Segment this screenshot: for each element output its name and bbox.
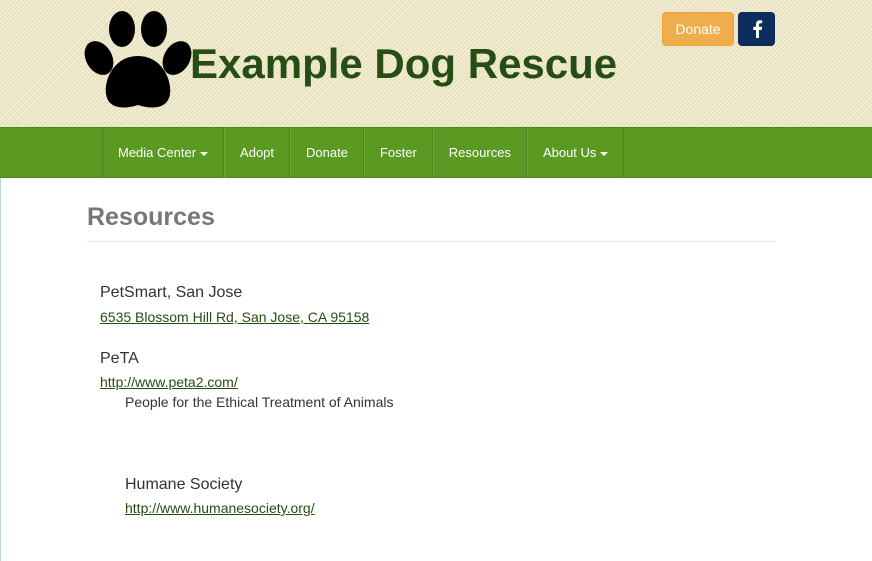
site-title[interactable]: Example Dog Rescue bbox=[190, 40, 617, 88]
resource-name-peta: PeTA bbox=[100, 350, 139, 367]
nav-item-media-center[interactable]: Media Center bbox=[102, 128, 225, 178]
donate-button[interactable]: Donate bbox=[662, 12, 734, 46]
chevron-down-icon bbox=[200, 151, 209, 156]
facebook-button[interactable] bbox=[738, 12, 775, 46]
nav-item-label: Media Center bbox=[118, 145, 197, 160]
page-title: Resources bbox=[87, 203, 215, 231]
nav-item-donate[interactable]: Donate bbox=[290, 128, 364, 178]
nav-item-label: About Us bbox=[542, 145, 597, 160]
paw-print-icon[interactable] bbox=[84, 10, 192, 114]
page-edge bbox=[0, 178, 1, 561]
nav-item-label: Adopt bbox=[240, 145, 275, 160]
nav-item-label: Foster bbox=[379, 145, 417, 160]
nav-list: Media Center Adopt Donate Foster Resourc… bbox=[102, 128, 625, 178]
main-navbar: Media Center Adopt Donate Foster Resourc… bbox=[0, 127, 872, 178]
resource-link-humane-society[interactable]: http://www.humanesociety.org/ bbox=[125, 500, 315, 516]
resource-name-petsmart: PetSmart, San Jose bbox=[100, 284, 243, 301]
resource-name-humane-society: Humane Society bbox=[125, 476, 243, 493]
nav-item-foster[interactable]: Foster bbox=[363, 128, 433, 178]
nav-item-adopt[interactable]: Adopt bbox=[224, 128, 291, 178]
site-header: Example Dog Rescue Donate bbox=[0, 0, 872, 127]
resource-description-peta: People for the Ethical Treatment of Anim… bbox=[125, 394, 394, 410]
resource-link-peta[interactable]: http://www.peta2.com/ bbox=[100, 374, 238, 390]
chevron-down-icon bbox=[600, 151, 609, 156]
nav-item-label: Resources bbox=[448, 145, 511, 160]
divider bbox=[87, 241, 775, 242]
facebook-icon bbox=[752, 20, 762, 38]
resource-link-petsmart[interactable]: 6535 Blossom Hill Rd, San Jose, CA 95158 bbox=[100, 309, 369, 325]
nav-item-resources[interactable]: Resources bbox=[432, 128, 527, 178]
nav-item-about-us[interactable]: About Us bbox=[526, 128, 625, 178]
nav-item-label: Donate bbox=[306, 145, 348, 160]
